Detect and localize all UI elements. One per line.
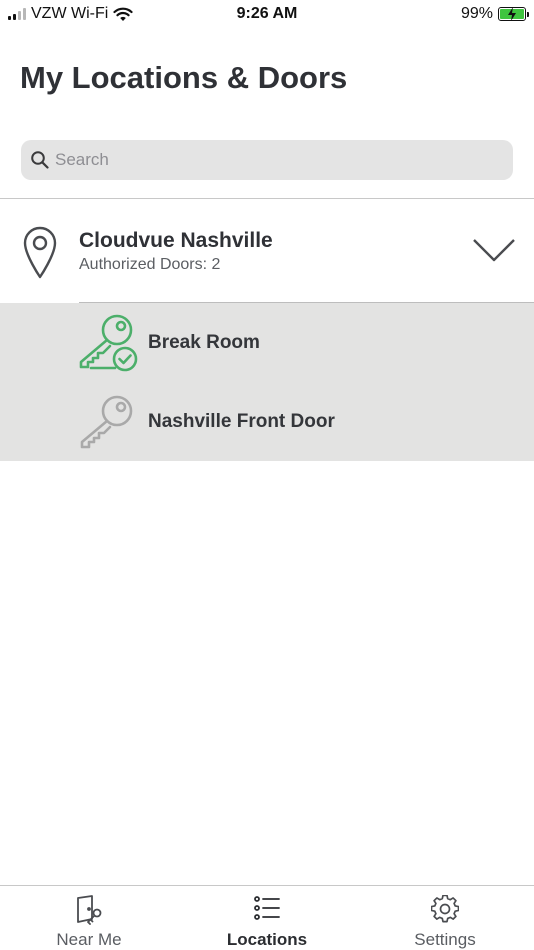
- tab-bar: Near Me Locations Settings: [0, 885, 534, 950]
- screen: VZW Wi-Fi 9:26 AM 99% My Locations & Doo…: [0, 0, 534, 950]
- doors-list: Break Room Nashville Front Door: [0, 303, 534, 461]
- door-key-icon: [77, 895, 102, 925]
- authorized-doors-count: Authorized Doors: 2: [79, 256, 221, 273]
- status-bar: VZW Wi-Fi 9:26 AM 99%: [0, 0, 534, 28]
- clock: 9:26 AM: [236, 5, 298, 22]
- tab-locations[interactable]: Locations: [178, 886, 356, 950]
- tab-label: Locations: [226, 930, 308, 949]
- chevron-down-icon[interactable]: [472, 237, 516, 263]
- door-item-break-room[interactable]: Break Room: [0, 303, 534, 382]
- search-bar[interactable]: [21, 140, 513, 180]
- list-icon: [254, 896, 280, 920]
- location-name: Cloudvue Nashville: [79, 229, 273, 252]
- tab-near-me[interactable]: Near Me: [0, 886, 178, 950]
- key-icon: [80, 395, 133, 449]
- status-right: 99%: [460, 5, 529, 23]
- tab-settings[interactable]: Settings: [356, 886, 534, 950]
- search-icon: [31, 151, 49, 169]
- battery-charging-icon: [498, 7, 529, 21]
- key-check-icon: [79, 314, 138, 372]
- tab-label: Near Me: [56, 930, 122, 949]
- search-input[interactable]: [55, 150, 495, 170]
- page-title: My Locations & Doors: [20, 60, 348, 95]
- battery-percent: 99%: [460, 5, 493, 22]
- tab-label: Settings: [414, 930, 476, 949]
- door-item-nashville-front-door[interactable]: Nashville Front Door: [0, 382, 534, 461]
- door-label: Nashville Front Door: [148, 411, 335, 432]
- location-pin-icon: [23, 226, 57, 279]
- location-row[interactable]: Cloudvue Nashville Authorized Doors: 2: [0, 199, 534, 302]
- gear-icon: [431, 895, 459, 923]
- door-label: Break Room: [148, 332, 260, 353]
